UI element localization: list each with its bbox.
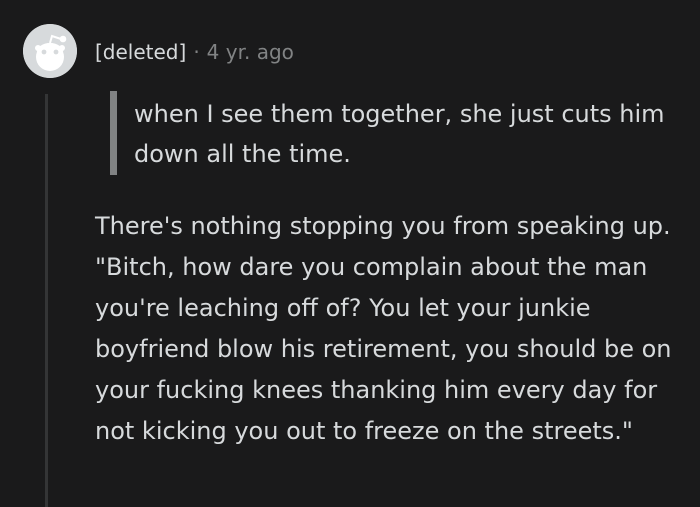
comment-meta: [deleted] · 4 yr. ago (95, 37, 294, 67)
comment: [deleted] · 4 yr. ago when I see them to… (0, 0, 700, 507)
thread-collapse-line[interactable] (45, 94, 48, 507)
avatar[interactable] (23, 24, 77, 78)
meta-separator: · (193, 40, 200, 64)
author-name[interactable]: [deleted] (95, 40, 186, 64)
blockquote-bar (110, 91, 117, 175)
reddit-snoo-icon (23, 24, 77, 78)
blockquote-text: when I see them together, she just cuts … (134, 100, 665, 168)
comment-body: There's nothing stopping you from speaki… (95, 212, 672, 445)
timestamp[interactable]: 4 yr. ago (207, 40, 294, 64)
